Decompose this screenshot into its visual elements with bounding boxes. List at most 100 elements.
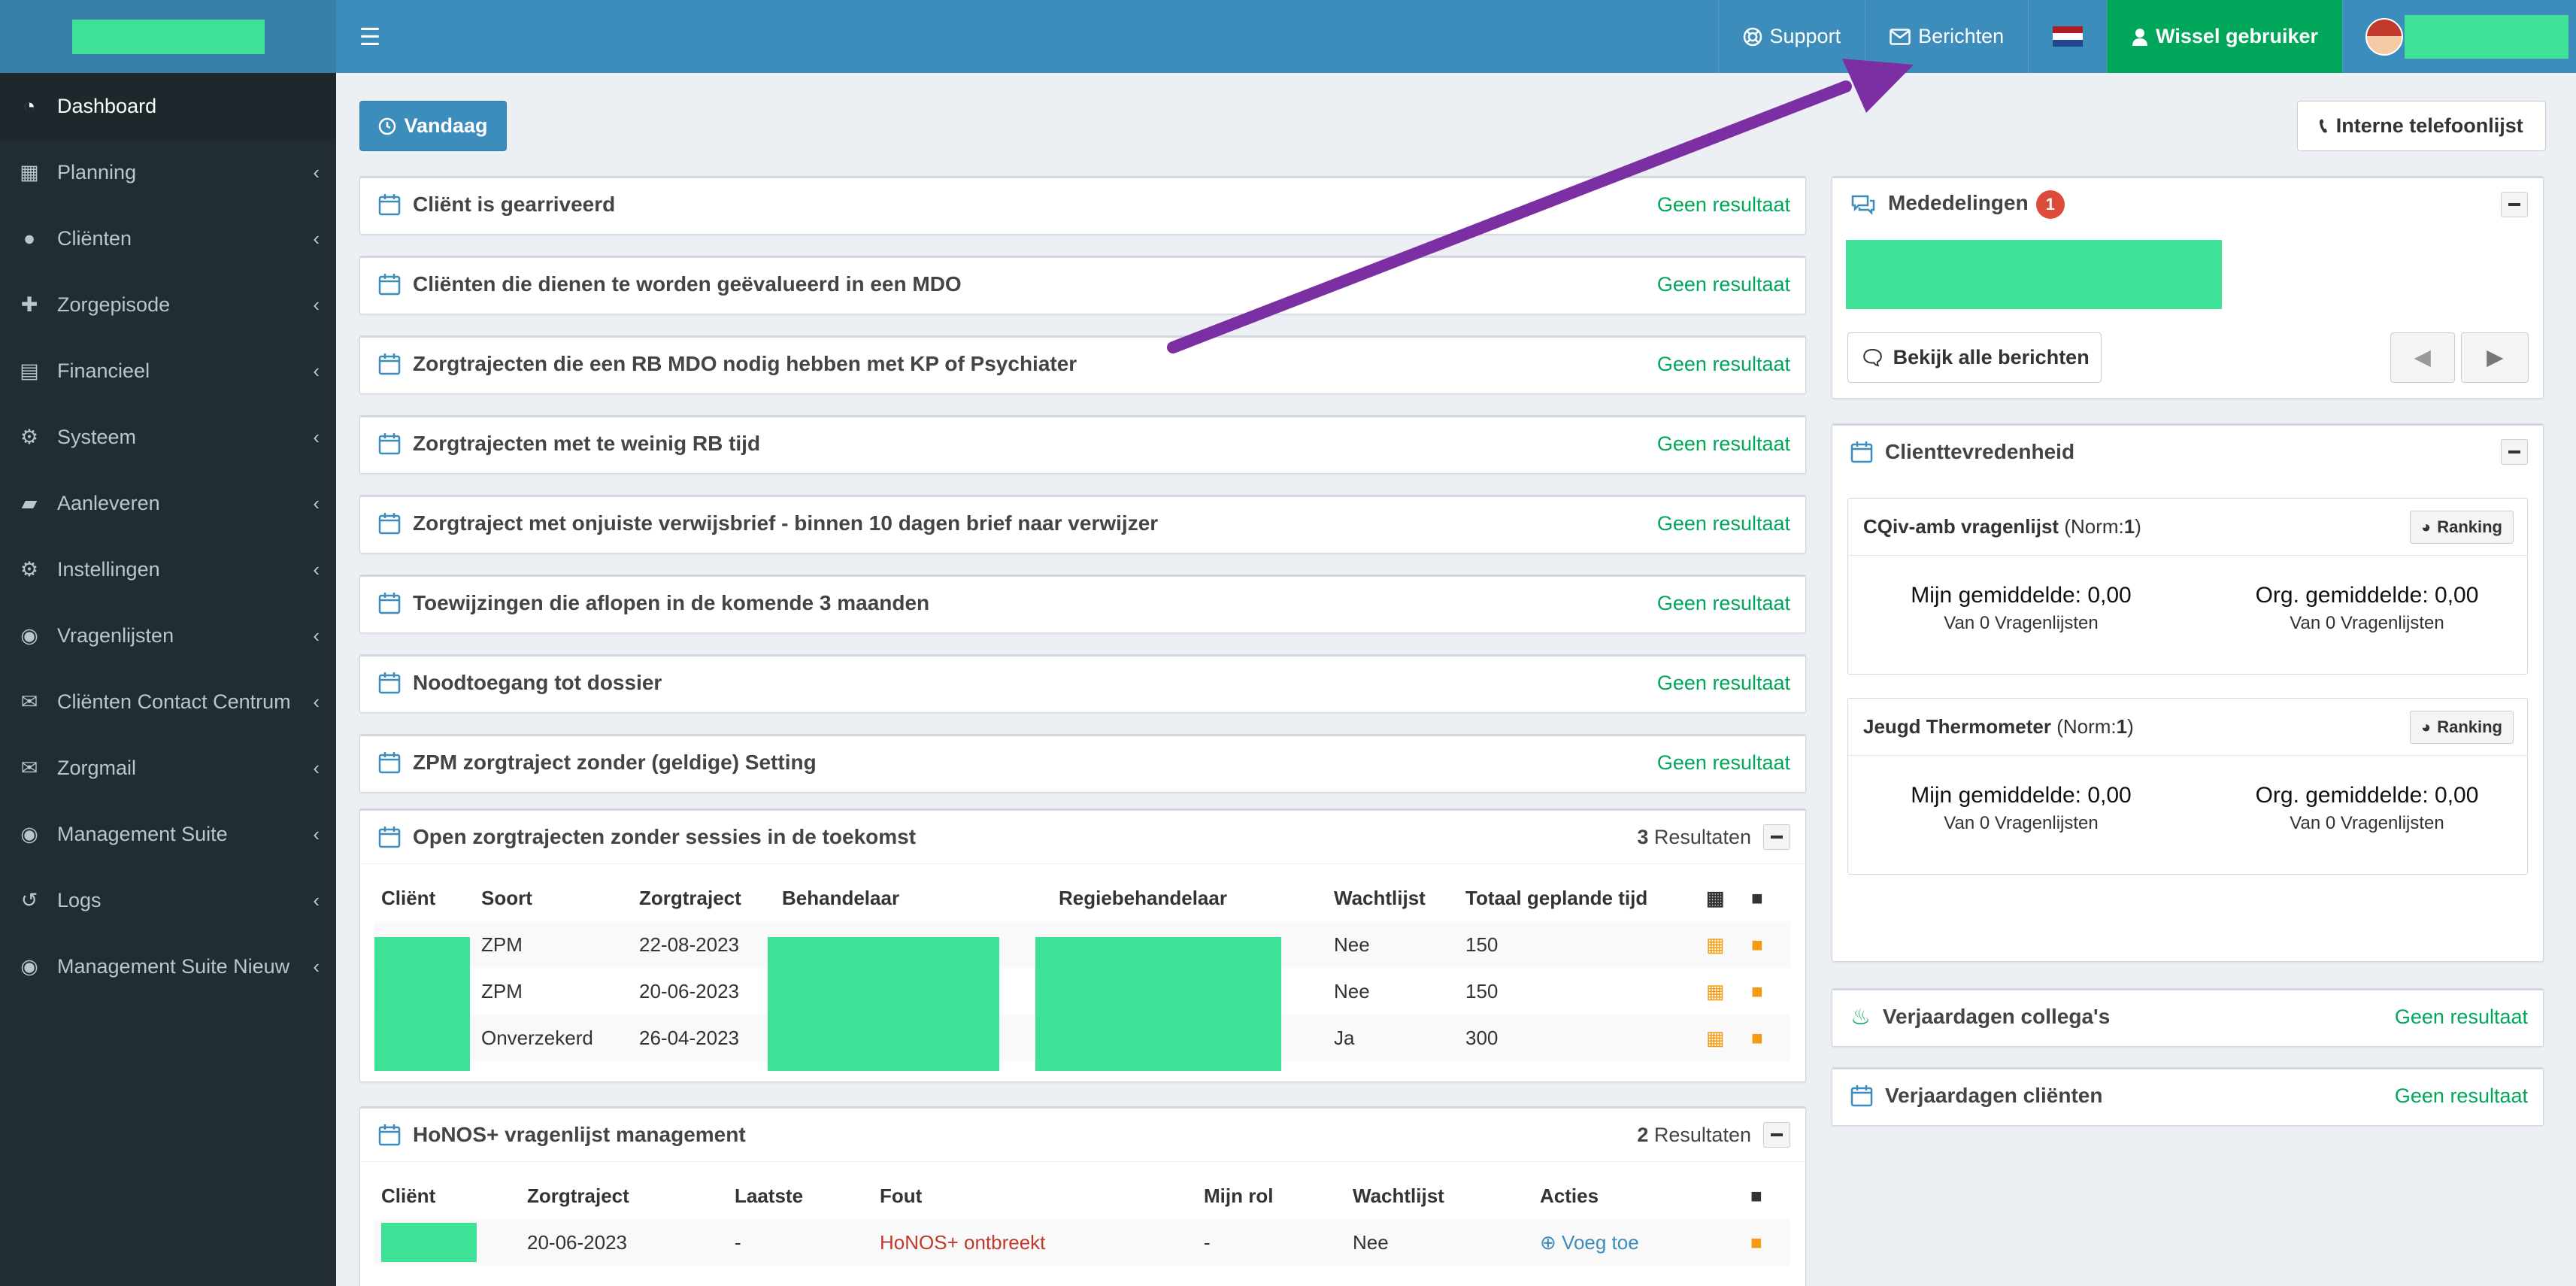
sidebar-item-financieel[interactable]: ▤ Financieel ‹	[0, 338, 336, 404]
collapse-button[interactable]	[2501, 439, 2528, 465]
language-switch[interactable]	[2028, 0, 2107, 73]
collapse-button[interactable]	[2501, 192, 2528, 217]
calendar-icon	[378, 353, 401, 375]
folder-icon[interactable]: ■	[1743, 1219, 1790, 1266]
cell: Nee	[1334, 979, 1370, 1002]
panel-header[interactable]: Cliënt is gearriveerd Geen resultaat	[360, 178, 1805, 231]
cell: 150	[1458, 921, 1699, 968]
sidebar-item-label: Vragenlijsten	[57, 623, 174, 647]
col-header[interactable]: Behandelaar	[774, 875, 1051, 921]
folder-icon[interactable]: ■	[1744, 1015, 1790, 1061]
table-icon[interactable]: ▦	[1699, 875, 1744, 921]
view-all-messages-button[interactable]: 🗨︎ Bekijk alle berichten	[1847, 332, 2102, 383]
panel-header[interactable]: Zorgtrajecten met te weinig RB tijd Geen …	[360, 417, 1805, 470]
phonebook-label: Interne telefoonlijst	[2335, 114, 2523, 137]
redacted-client	[374, 937, 470, 1071]
add-action[interactable]: ⊕ Voeg toe	[1532, 1219, 1743, 1266]
chevron-left-icon: ‹	[313, 954, 320, 978]
sidebar-item-dashboard[interactable]: ◔ Dashboard	[0, 73, 336, 139]
dutch-flag-icon	[2053, 26, 2084, 47]
col-header[interactable]: Soort	[474, 875, 632, 921]
sidebar-item-management-suite[interactable]: ◉ Management Suite ‹	[0, 801, 336, 867]
prev-button[interactable]: ◀	[2390, 332, 2455, 383]
user-menu[interactable]	[2342, 0, 2576, 73]
birthdays-colleagues-header[interactable]: ♨ Verjaardagen collega's Geen resultaat	[1832, 990, 2543, 1043]
sidebar-item-management-suite-nieuw[interactable]: ◉ Management Suite Nieuw ‹	[0, 933, 336, 999]
ranking-button[interactable]: ◕ Ranking	[2409, 510, 2514, 544]
switch-user-button[interactable]: Wissel gebruiker	[2107, 0, 2342, 73]
collapse-button[interactable]	[1763, 824, 1790, 850]
phonebook-button[interactable]: 📞︎ Interne telefoonlijst	[2297, 101, 2546, 151]
messages-label: Berichten	[1918, 25, 2005, 47]
sidebar-item-vragenlijsten[interactable]: ◉ Vragenlijsten ‹	[0, 602, 336, 669]
messages-link[interactable]: Berichten	[1865, 0, 2028, 73]
col-header[interactable]: Regiebehandelaar	[1051, 875, 1326, 921]
birthdays-clients-header[interactable]: Verjaardagen cliënten Geen resultaat	[1832, 1069, 2543, 1122]
today-button[interactable]: Vandaag	[359, 101, 507, 151]
envelope-icon	[1890, 28, 1911, 45]
col-header[interactable]: Acties	[1532, 1172, 1743, 1219]
add-link[interactable]: Voeg toe	[1562, 1231, 1639, 1254]
chevron-left-icon: ‹	[313, 425, 320, 448]
menu-toggle-icon[interactable]: ☰	[336, 0, 404, 73]
cell: ZPM	[474, 921, 632, 968]
support-link[interactable]: Support	[1717, 0, 1865, 73]
sidebar-item-cliënten-contact-centrum[interactable]: ✉ Cliënten Contact Centrum ‹	[0, 669, 336, 735]
col-header[interactable]: Wachtlijst	[1326, 875, 1458, 921]
panel-header[interactable]: Zorgtrajecten die een RB MDO nodig hebbe…	[360, 338, 1805, 390]
sidebar-item-label: Financieel	[57, 359, 150, 382]
envelope-icon: ✉	[20, 690, 38, 713]
client-cell	[374, 1219, 520, 1266]
sidebar-item-planning[interactable]: ▦ Planning ‹	[0, 139, 336, 205]
sidebar-item-cliënten[interactable]: ● Cliënten ‹	[0, 205, 336, 271]
col-header[interactable]: Zorgtraject	[520, 1172, 727, 1219]
collapse-button[interactable]	[1763, 1122, 1790, 1148]
col-header[interactable]: Totaal geplande tijd	[1458, 875, 1699, 921]
table-icon[interactable]: ▦	[1699, 921, 1744, 968]
folder-icon[interactable]: ■	[1744, 875, 1790, 921]
panel-header[interactable]: Zorgtraject met onjuiste verwijsbrief - …	[360, 497, 1805, 550]
col-header[interactable]: Cliënt	[374, 875, 474, 921]
cogs-icon: ⚙	[20, 425, 39, 448]
folder-icon[interactable]: ■	[1744, 921, 1790, 968]
birthdays-colleagues-box: ♨ Verjaardagen collega's Geen resultaat	[1832, 988, 2544, 1047]
satisfaction-title: Clienttevredenheid	[1885, 440, 2075, 463]
folder-icon[interactable]: ■	[1743, 1172, 1790, 1219]
sidebar-item-zorgepisode[interactable]: ✚ Zorgepisode ‹	[0, 271, 336, 338]
org-average: Org. gemiddelde: 0,00 Van 0 Vragenlijsten	[2255, 783, 2479, 833]
no-result: Geen resultaat	[2394, 1005, 2528, 1028]
logo[interactable]	[0, 0, 336, 73]
sidebar-item-logs[interactable]: ↺ Logs ‹	[0, 867, 336, 933]
panel-header[interactable]: Noodtoegang tot dossier Geen resultaat	[360, 657, 1805, 709]
col-header[interactable]: Fout	[872, 1172, 1196, 1219]
sidebar-item-zorgmail[interactable]: ✉ Zorgmail ‹	[0, 735, 336, 801]
no-result: Geen resultaat	[1656, 432, 1790, 455]
calendar-icon	[378, 592, 401, 614]
ranking-button[interactable]: ◕ Ranking	[2409, 710, 2514, 744]
survey-card: Jeugd Thermometer (Norm: 1) ◕ Ranking Mij…	[1847, 698, 2528, 875]
error-cell: HoNOS+ ontbreekt	[872, 1219, 1196, 1266]
sidebar-item-systeem[interactable]: ⚙ Systeem ‹	[0, 404, 336, 470]
table-icon[interactable]: ▦	[1699, 968, 1744, 1015]
col-header[interactable]: Wachtlijst	[1345, 1172, 1532, 1219]
col-header[interactable]: Zorgtraject	[632, 875, 774, 921]
next-button[interactable]: ▶	[2461, 332, 2529, 383]
no-result: Geen resultaat	[1656, 193, 1790, 216]
col-header[interactable]: Cliënt	[374, 1172, 520, 1219]
cell: -	[727, 1219, 872, 1266]
sidebar-item-instellingen[interactable]: ⚙ Instellingen ‹	[0, 536, 336, 602]
norm-prefix: (Norm:	[2064, 515, 2124, 538]
sidebar-item-label: Systeem	[57, 425, 137, 448]
panel-header[interactable]: Toewijzingen die aflopen in de komende 3…	[360, 577, 1805, 629]
table-row[interactable]: 20-06-2023 - HoNOS+ ontbreekt - Nee ⊕ Vo…	[374, 1219, 1790, 1266]
panel-header[interactable]: ZPM zorgtraject zonder (geldige) Setting…	[360, 736, 1805, 789]
folder-icon[interactable]: ■	[1744, 968, 1790, 1015]
col-header[interactable]: Mijn rol	[1196, 1172, 1345, 1219]
cell: Ja	[1326, 1015, 1458, 1061]
view-all-label: Bekijk alle berichten	[1893, 346, 2090, 369]
sidebar-item-aanleveren[interactable]: ▰ Aanleveren ‹	[0, 470, 336, 536]
chevron-left-icon: ‹	[313, 557, 320, 581]
col-header[interactable]: Laatste	[727, 1172, 872, 1219]
panel-header[interactable]: Cliënten die dienen te worden geëvalueer…	[360, 258, 1805, 311]
table-icon[interactable]: ▦	[1699, 1015, 1744, 1061]
